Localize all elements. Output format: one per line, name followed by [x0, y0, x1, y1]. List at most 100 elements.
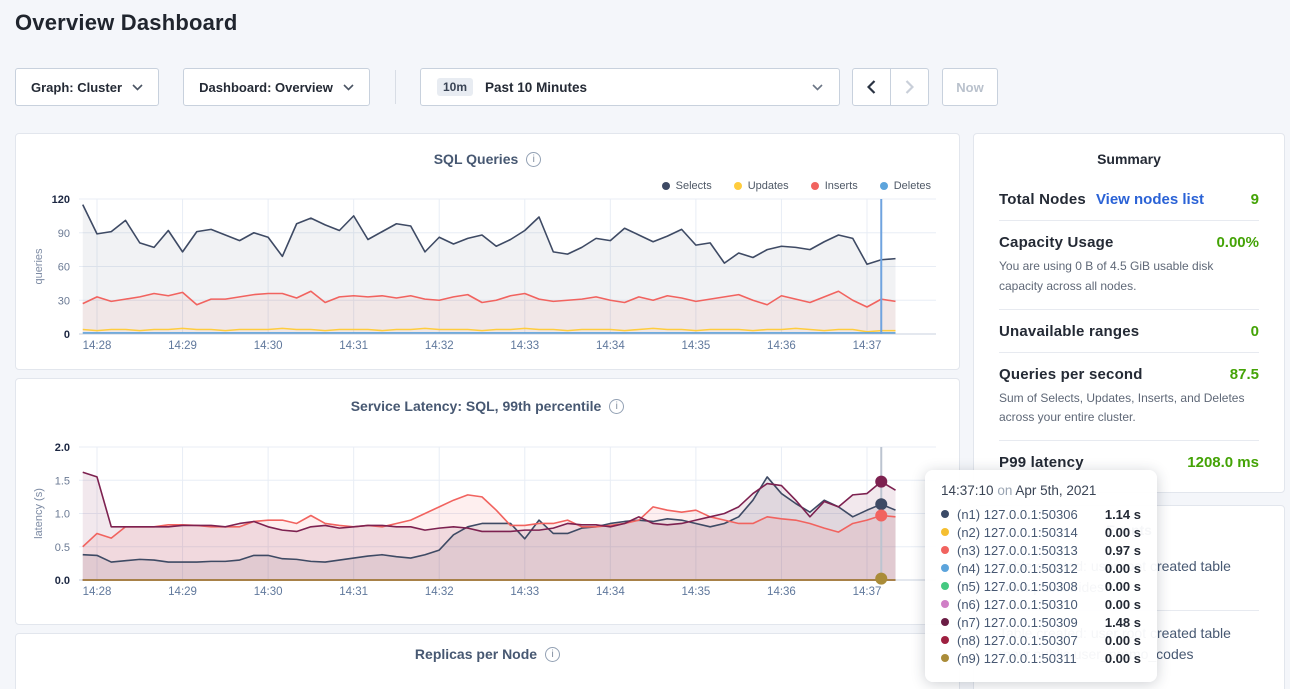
time-range-label: Past 10 Minutes [485, 80, 587, 95]
graph-dropdown-label: Graph: Cluster [31, 80, 122, 95]
legend-item-deletes[interactable]: Deletes [880, 180, 931, 192]
service-latency-chart[interactable]: 14:2814:2914:3014:3114:3214:3314:3414:35… [16, 441, 959, 611]
node-dot-icon [941, 582, 949, 590]
overview-dashboard-page: Overview Dashboard Graph: Cluster Dashbo… [0, 0, 1290, 689]
inserts-dot-icon [811, 182, 819, 190]
qps-description: Sum of Selects, Updates, Inserts, and De… [999, 389, 1259, 429]
svg-text:0.5: 0.5 [55, 542, 70, 554]
legend-item-updates[interactable]: Updates [734, 180, 789, 192]
tooltip-node-value: 0.00 s [1105, 633, 1141, 648]
page-title: Overview Dashboard [15, 10, 237, 36]
chevron-down-icon [343, 84, 354, 91]
tooltip-node-row: (n2) 127.0.0.1:503140.00 s [941, 523, 1141, 541]
legend-label: Inserts [825, 180, 858, 192]
p99-latency-value: 1208.0 ms [1187, 454, 1259, 471]
graph-dropdown[interactable]: Graph: Cluster [15, 68, 159, 106]
summary-panel: Summary Total Nodes View nodes list 9 Ca… [973, 133, 1285, 493]
qps-value: 87.5 [1230, 366, 1259, 383]
legend-item-selects[interactable]: Selects [662, 180, 712, 192]
time-forward-button[interactable] [890, 68, 929, 106]
now-button[interactable]: Now [942, 68, 998, 106]
node-dot-icon [941, 654, 949, 662]
summary-title: Summary [974, 151, 1284, 167]
svg-text:90: 90 [58, 228, 70, 240]
dashboard-dropdown[interactable]: Dashboard: Overview [183, 68, 370, 106]
tooltip-node-label: (n6) 127.0.0.1:50310 [957, 597, 1097, 612]
info-icon[interactable]: i [526, 152, 541, 167]
tooltip-node-row: (n1) 127.0.0.1:50306 1.14 s [941, 505, 1141, 523]
info-icon[interactable]: i [545, 647, 560, 662]
legend-item-inserts[interactable]: Inserts [811, 180, 858, 192]
chevron-right-icon [905, 80, 914, 94]
node-dot-icon [941, 528, 949, 536]
tooltip-node-value: 1.14 s [1105, 507, 1141, 522]
svg-text:14:33: 14:33 [510, 340, 539, 352]
summary-row-unavailable-ranges: Unavailable ranges 0 [999, 309, 1259, 352]
node-dot-icon [941, 564, 949, 572]
sql-chart-legend: Selects Updates Inserts Deletes [662, 180, 931, 192]
svg-text:14:30: 14:30 [254, 586, 283, 598]
chevron-down-icon [812, 84, 823, 91]
svg-text:14:29: 14:29 [168, 340, 197, 352]
chevron-down-icon [132, 84, 143, 91]
chevron-left-icon [867, 80, 876, 94]
svg-text:14:28: 14:28 [83, 586, 112, 598]
svg-text:14:29: 14:29 [168, 586, 197, 598]
legend-label: Deletes [894, 180, 931, 192]
capacity-usage-description: You are using 0 B of 4.5 GiB usable disk… [999, 257, 1259, 297]
tooltip-node-row: (n6) 127.0.0.1:50310 0.00 s [941, 595, 1141, 613]
svg-text:14:33: 14:33 [510, 586, 539, 598]
node-dot-icon [941, 618, 949, 626]
tooltip-node-row: (n8) 127.0.0.1:50307 0.00 s [941, 631, 1141, 649]
svg-text:14:36: 14:36 [767, 586, 796, 598]
time-back-button[interactable] [852, 68, 891, 106]
deletes-dot-icon [880, 182, 888, 190]
summary-row-total-nodes: Total Nodes View nodes list 9 [999, 178, 1259, 220]
time-nav-group [852, 68, 929, 106]
svg-text:0.0: 0.0 [55, 575, 70, 587]
svg-text:14:35: 14:35 [681, 340, 710, 352]
svg-text:2.0: 2.0 [55, 442, 70, 454]
summary-row-capacity-usage: Capacity Usage 0.00% You are using 0 B o… [999, 220, 1259, 309]
tooltip-node-value: 0.00 s [1105, 579, 1141, 594]
tooltip-node-row: (n5) 127.0.0.1:50308 0.00 s [941, 577, 1141, 595]
view-nodes-list-link[interactable]: View nodes list [1096, 191, 1204, 208]
selects-dot-icon [662, 182, 670, 190]
svg-text:0: 0 [64, 329, 70, 341]
service-latency-panel: Service Latency: SQL, 99th percentile i … [15, 378, 960, 625]
sql-queries-panel: SQL Queries i Selects Updates Inserts De… [15, 133, 960, 370]
node-dot-icon [941, 636, 949, 644]
svg-text:60: 60 [58, 262, 70, 274]
tooltip-node-label: (n5) 127.0.0.1:50308 [957, 579, 1097, 594]
tooltip-node-row: (n7) 127.0.0.1:503091.48 s [941, 613, 1141, 631]
info-icon[interactable]: i [609, 399, 624, 414]
controls-divider [395, 70, 396, 104]
tooltip-node-label: (n1) 127.0.0.1:50306 [957, 507, 1097, 522]
sql-queries-chart[interactable]: 14:2814:2914:3014:3114:3214:3314:3414:35… [16, 193, 959, 365]
svg-text:14:35: 14:35 [681, 586, 710, 598]
replicas-chart-title: Replicas per Node i [16, 646, 959, 662]
capacity-usage-value: 0.00% [1216, 234, 1259, 251]
unavailable-ranges-value: 0 [1251, 323, 1259, 340]
svg-text:14:32: 14:32 [425, 586, 454, 598]
svg-text:queries: queries [33, 248, 45, 285]
svg-text:14:37: 14:37 [853, 340, 882, 352]
svg-text:14:28: 14:28 [83, 340, 112, 352]
tooltip-node-label: (n8) 127.0.0.1:50307 [957, 633, 1097, 648]
svg-text:1.0: 1.0 [55, 509, 70, 521]
node-dot-icon [941, 510, 949, 518]
time-range-dropdown[interactable]: 10m Past 10 Minutes [420, 68, 840, 106]
svg-text:14:30: 14:30 [254, 340, 283, 352]
svg-text:1.5: 1.5 [55, 475, 70, 487]
tooltip-node-value: 0.00 s [1105, 597, 1141, 612]
tooltip-node-value: 0.97 s [1105, 543, 1141, 558]
summary-row-queries-per-second: Queries per second 87.5 Sum of Selects, … [999, 352, 1259, 441]
tooltip-node-label: (n2) 127.0.0.1:50314 [957, 525, 1097, 540]
legend-label: Selects [676, 180, 712, 192]
tooltip-node-label: (n9) 127.0.0.1:50311 [957, 651, 1097, 666]
tooltip-node-label: (n7) 127.0.0.1:50309 [957, 615, 1097, 630]
total-nodes-value: 9 [1251, 191, 1259, 208]
svg-text:14:34: 14:34 [596, 586, 625, 598]
tooltip-node-row: (n4) 127.0.0.1:503120.00 s [941, 559, 1141, 577]
tooltip-node-value: 0.00 s [1105, 651, 1141, 666]
